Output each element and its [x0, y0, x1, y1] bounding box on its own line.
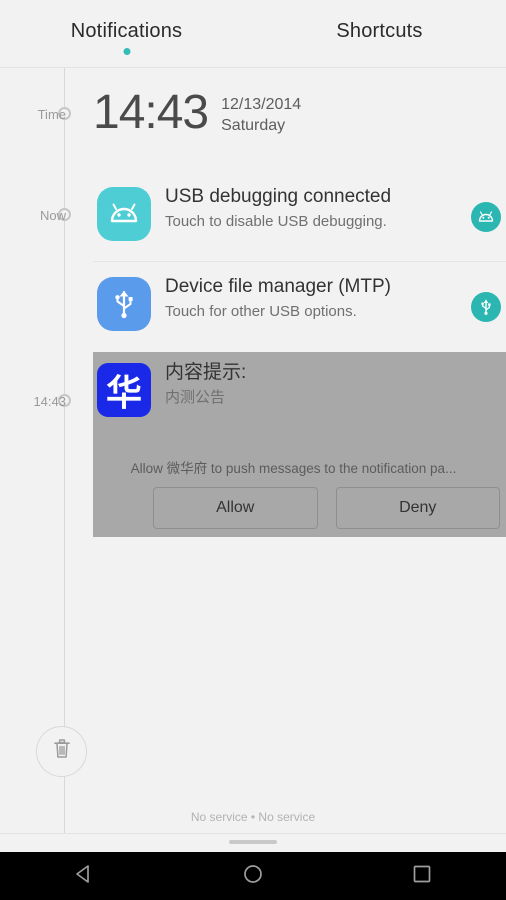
- tab-notifications-label: Notifications: [70, 20, 183, 42]
- notification-hua-permission-panel[interactable]: 华 内容提示: 内测公告 Allow 微华府 to push messages …: [93, 352, 506, 537]
- notification-title: USB debugging connected: [165, 186, 392, 207]
- recents-square-icon: [409, 861, 435, 892]
- hua-app-icon: 华: [97, 363, 151, 417]
- carrier-status-text: No service • No service: [190, 810, 316, 824]
- deny-button[interactable]: Deny: [335, 487, 500, 529]
- tab-active-indicator-dot: [123, 48, 130, 55]
- home-circle-icon: [240, 861, 266, 892]
- notification-title: 内容提示:: [165, 362, 247, 383]
- tab-bar: Notifications Shortcuts: [0, 0, 506, 68]
- trash-icon: [49, 736, 75, 767]
- clock-time: 14:43: [93, 86, 209, 139]
- timeline-label-time: Time: [37, 107, 66, 122]
- permission-actions: Allow Deny: [153, 487, 500, 529]
- hua-app-icon-glyph: 华: [105, 373, 142, 414]
- notification-divider: [93, 261, 506, 262]
- notification-usb-debugging-text: USB debugging connected Touch to disable…: [165, 184, 458, 234]
- nav-recents-button[interactable]: [390, 852, 454, 900]
- notification-device-file-manager-text: Device file manager (MTP) Touch for othe…: [165, 274, 458, 324]
- clear-all-button[interactable]: [36, 726, 87, 777]
- clock-date: 12/13/2014: [221, 96, 302, 113]
- nav-back-button[interactable]: [52, 852, 116, 900]
- nav-home-button[interactable]: [221, 852, 285, 900]
- bottom-divider: [0, 833, 506, 834]
- tab-shortcuts[interactable]: Shortcuts: [253, 0, 506, 43]
- notification-subtitle: Touch to disable USB debugging.: [165, 213, 387, 230]
- tab-shortcuts-label: Shortcuts: [336, 20, 423, 42]
- notification-usb-debugging[interactable]: USB debugging connected Touch to disable…: [93, 176, 506, 254]
- permission-request-text: Allow 微华府 to push messages to the notifi…: [130, 461, 457, 476]
- clock-block: 14:43 12/13/2014 Saturday: [93, 88, 301, 138]
- timeline-label-now: Now: [39, 208, 66, 223]
- notification-shade-screen: Notifications Shortcuts Time Now 14:43 1…: [0, 0, 506, 900]
- shade-drag-handle[interactable]: [229, 840, 277, 844]
- usb-badge-icon[interactable]: [471, 292, 501, 322]
- notification-hua-text: 内容提示: 内测公告: [165, 360, 458, 410]
- timeline-line: [64, 68, 65, 833]
- allow-button[interactable]: Allow: [153, 487, 318, 529]
- usb-icon: [97, 277, 151, 331]
- clock-date-block: 12/13/2014 Saturday: [221, 88, 301, 136]
- notification-device-file-manager[interactable]: Device file manager (MTP) Touch for othe…: [93, 266, 506, 344]
- system-navigation-bar: [0, 852, 506, 900]
- tab-notifications[interactable]: Notifications: [0, 0, 253, 55]
- android-head-icon: [97, 187, 151, 241]
- notification-subtitle: 内测公告: [165, 389, 226, 406]
- back-triangle-icon: [71, 861, 97, 892]
- notification-title: Device file manager (MTP): [165, 276, 391, 297]
- notification-subtitle: Touch for other USB options.: [165, 303, 357, 320]
- android-head-badge-icon[interactable]: [471, 202, 501, 232]
- timeline-label-1443: 14:43: [33, 394, 66, 409]
- clock-weekday: Saturday: [221, 117, 286, 134]
